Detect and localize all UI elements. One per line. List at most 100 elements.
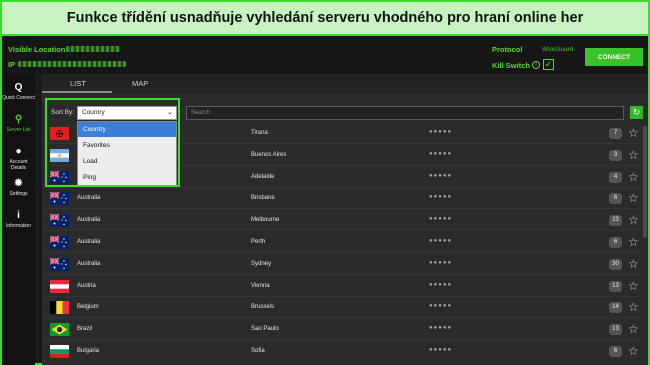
favorite-star-icon[interactable]: ☆ — [628, 170, 639, 184]
view-tabs: LIST MAP — [42, 74, 648, 94]
austria-flag-icon — [50, 279, 69, 293]
ip-label: IP — [8, 60, 16, 69]
kill-switch-label: Kill Switch — [492, 61, 530, 70]
user-icon: ● — [15, 146, 22, 157]
gear-icon: ✹ — [14, 178, 23, 189]
ping-indicator: ●●●●● — [429, 150, 453, 157]
city-cell: Buenos Aires — [251, 151, 287, 158]
favorite-star-icon[interactable]: ☆ — [628, 213, 639, 227]
australia-flag-icon — [50, 236, 69, 249]
app-window: Funkce třídění usnadňuje vyhledání serve… — [0, 0, 650, 365]
protocol-value[interactable]: WireGuard — [542, 46, 573, 53]
belgium-flag-icon — [50, 301, 69, 315]
refresh-icon[interactable]: ↻ — [630, 106, 643, 119]
table-row[interactable]: Bulgaria Sofia ●●●●● 6 ☆ — [42, 342, 640, 362]
favorite-star-icon[interactable]: ☆ — [628, 279, 639, 293]
city-cell: Sao Paulo — [251, 326, 279, 333]
australia-flag-icon — [50, 214, 69, 228]
load-badge: 14 — [609, 302, 622, 314]
table-row[interactable]: Austria Vienna ●●●●● 13 ☆ — [42, 277, 640, 297]
kill-switch-checkbox[interactable]: ✓ — [543, 59, 554, 70]
load-badge: 6 — [609, 346, 622, 357]
city-cell: Sydney — [251, 260, 272, 267]
load-badge: 30 — [609, 258, 622, 270]
sidebar-item-label: Information — [5, 223, 31, 229]
sort-highlight-box — [45, 98, 180, 187]
favorite-star-icon[interactable]: ☆ — [628, 344, 639, 358]
australia-flag-icon — [50, 192, 69, 206]
city-cell: Adelaide — [251, 173, 275, 180]
sidebar-item-account-details[interactable]: ● Account Details — [2, 146, 35, 171]
location-pin-icon: ⚲ — [14, 114, 23, 125]
ping-indicator: ●●●●● — [429, 281, 453, 288]
country-cell: Australia — [77, 195, 101, 202]
sidebar-item-settings[interactable]: ✹ Settings — [2, 178, 35, 197]
search-input[interactable]: Search — [186, 106, 624, 120]
favorite-star-icon[interactable]: ☆ — [628, 126, 639, 140]
connection-header: Visible Location IP Protocol WireGuard K… — [2, 36, 648, 74]
sidebar-item-label: Settings — [9, 191, 28, 197]
table-row[interactable]: Australia Perth ●●●●● 6 ☆ — [42, 233, 640, 253]
table-row[interactable]: Belgium Brussels ●●●●● 14 ☆ — [42, 298, 640, 319]
ping-indicator: ●●●●● — [429, 259, 453, 266]
table-row[interactable]: Australia Melbourne ●●●●● 23 ☆ — [42, 211, 640, 232]
country-cell: Australia — [77, 217, 101, 224]
sidebar: Q Quick Connect ⚲ Server List ● Account … — [2, 74, 35, 365]
caption-banner: Funkce třídění usnadňuje vyhledání serve… — [2, 2, 648, 36]
ping-indicator: ●●●●● — [429, 347, 453, 353]
favorite-star-icon[interactable]: ☆ — [628, 257, 639, 271]
city-cell: Melbourne — [251, 217, 280, 224]
sidebar-item-quick-connect[interactable]: Q Quick Connect — [2, 82, 35, 101]
favorite-star-icon[interactable]: ☆ — [628, 300, 639, 314]
load-badge: 7 — [609, 128, 622, 139]
connect-button[interactable]: CONNECT — [585, 48, 643, 66]
tab-list[interactable]: LIST — [70, 79, 86, 88]
favorite-star-icon[interactable]: ☆ — [628, 235, 639, 249]
scrollbar[interactable] — [643, 126, 647, 238]
country-cell: Australia — [77, 239, 101, 245]
city-cell: Brisbane — [251, 195, 275, 202]
load-badge: 13 — [609, 280, 622, 292]
load-badge: 6 — [609, 237, 622, 248]
brazil-flag-icon — [50, 323, 69, 337]
city-cell: Brussels — [251, 304, 275, 311]
redacted-ip — [18, 61, 126, 67]
ping-indicator: ●●●●● — [429, 129, 453, 135]
bulgaria-flag-icon — [50, 345, 69, 358]
load-badge: 6 — [609, 193, 622, 205]
load-badge: 4 — [609, 171, 622, 183]
favorite-star-icon[interactable]: ☆ — [628, 191, 639, 205]
country-cell: Brazil — [77, 326, 93, 333]
city-cell: Vienna — [251, 282, 270, 289]
table-row[interactable]: Australia Sydney ●●●●● 30 ☆ — [42, 255, 640, 275]
info-icon[interactable]: i — [532, 61, 540, 69]
ping-indicator: ●●●●● — [429, 194, 453, 201]
sidebar-item-server-list[interactable]: ⚲ Server List — [2, 114, 35, 133]
country-cell: Austria — [77, 282, 96, 289]
sidebar-item-information[interactable]: i Information — [2, 210, 35, 229]
info-circle-icon: i — [17, 210, 20, 221]
australia-flag-icon — [50, 257, 69, 271]
table-row[interactable]: Brazil Sao Paulo ●●●●● 13 ☆ — [42, 320, 640, 341]
tab-map[interactable]: MAP — [132, 79, 148, 88]
city-cell: Tirana — [251, 130, 268, 136]
sidebar-item-label: Quick Connect — [2, 95, 35, 101]
ping-indicator: ●●●●● — [429, 238, 453, 244]
favorite-star-icon[interactable]: ☆ — [628, 322, 639, 336]
sidebar-item-label: Account Details — [9, 159, 28, 171]
load-badge: 23 — [609, 215, 622, 227]
city-cell: Perth — [251, 239, 266, 245]
favorite-star-icon[interactable]: ☆ — [628, 148, 639, 162]
ping-indicator: ●●●●● — [429, 172, 453, 179]
table-row[interactable]: Australia Brisbane ●●●●● 6 ☆ — [42, 189, 640, 210]
redacted-location — [66, 46, 120, 52]
ping-indicator: ●●●●● — [429, 303, 453, 310]
ping-indicator: ●●●●● — [429, 216, 453, 223]
quick-connect-icon: Q — [14, 82, 23, 93]
load-badge: 3 — [609, 149, 622, 161]
protocol-label: Protocol — [492, 45, 523, 54]
city-cell: Sofia — [251, 348, 265, 354]
country-cell: Belgium — [77, 304, 99, 311]
country-cell: Bulgaria — [77, 348, 100, 354]
load-badge: 13 — [609, 324, 622, 336]
